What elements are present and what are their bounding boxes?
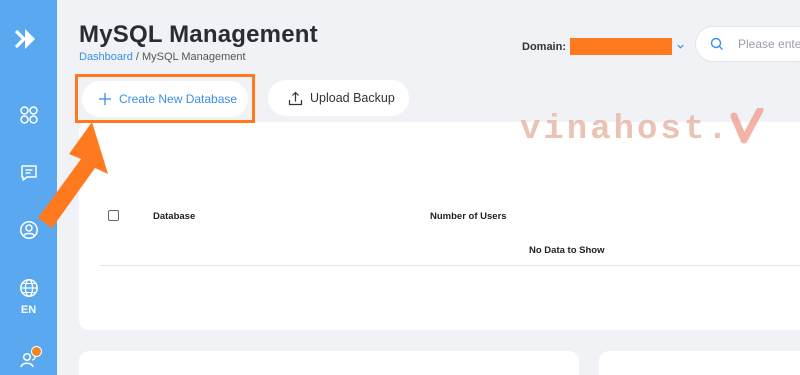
column-header-users[interactable]: Number of Users bbox=[430, 211, 507, 222]
globe-icon bbox=[19, 279, 38, 297]
logo-icon[interactable] bbox=[13, 24, 43, 54]
domain-value-redacted[interactable] bbox=[570, 38, 672, 55]
domain-selector[interactable]: Domain: bbox=[522, 38, 685, 55]
page-title: MySQL Management bbox=[79, 21, 318, 48]
search-icon bbox=[710, 37, 723, 50]
language-label: EN bbox=[20, 304, 37, 316]
breadcrumb-current: MySQL Management bbox=[142, 51, 246, 63]
secondary-card-left bbox=[79, 351, 579, 375]
breadcrumb-dashboard-link[interactable]: Dashboard bbox=[79, 51, 133, 63]
domain-label: Domain: bbox=[522, 40, 566, 53]
create-database-label: Create New Database bbox=[119, 92, 238, 106]
search-input[interactable] bbox=[738, 37, 800, 51]
breadcrumb: Dashboard / MySQL Management bbox=[79, 51, 246, 63]
upload-icon bbox=[288, 91, 303, 105]
breadcrumb-separator: / bbox=[132, 51, 142, 63]
checkmark-logo-icon bbox=[730, 108, 764, 144]
notification-badge bbox=[31, 346, 42, 357]
upload-backup-button[interactable]: Upload Backup bbox=[268, 80, 409, 116]
sidebar-item-users[interactable] bbox=[0, 346, 57, 370]
pointer-arrow-icon bbox=[38, 122, 108, 228]
search-box[interactable] bbox=[695, 26, 800, 62]
upload-backup-label: Upload Backup bbox=[310, 91, 395, 105]
watermark-text: vinahost. bbox=[520, 111, 731, 149]
chevron-down-icon[interactable] bbox=[676, 42, 685, 51]
secondary-card-right bbox=[599, 351, 800, 375]
sidebar-item-language[interactable]: EN bbox=[0, 278, 57, 316]
column-header-database[interactable]: Database bbox=[153, 211, 195, 222]
vinahost-watermark: vinahost. bbox=[520, 108, 764, 149]
empty-state-text: No Data to Show bbox=[529, 245, 605, 256]
plus-icon bbox=[99, 93, 111, 105]
table-divider bbox=[100, 265, 800, 266]
